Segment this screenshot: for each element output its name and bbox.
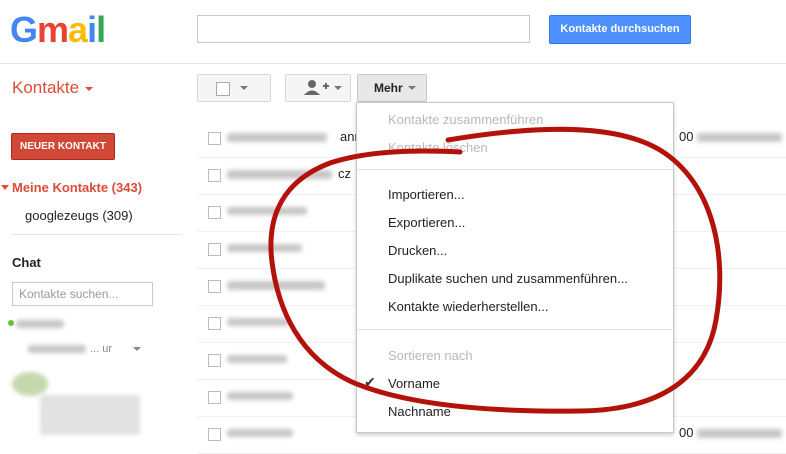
row-checkbox[interactable]	[208, 169, 221, 182]
checkbox-icon	[216, 82, 230, 96]
blurred-contact-detail	[697, 429, 782, 438]
contact-detail-fragment: 00	[679, 129, 694, 144]
logo-letter: i	[87, 9, 97, 50]
blurred-avatar	[12, 372, 48, 396]
search-contacts-button[interactable]: Kontakte durchsuchen	[549, 15, 691, 44]
gmail-logo[interactable]: Gmail	[10, 9, 106, 51]
select-all-checkbox-dropdown[interactable]	[197, 74, 271, 102]
checkmark-icon: ✔	[364, 374, 376, 390]
blurred-contact-name	[227, 281, 325, 290]
menu-item-sort-lastname[interactable]: Nachname	[388, 404, 451, 419]
chat-contact-status: ... ur	[90, 343, 113, 355]
logo-letter: G	[10, 9, 38, 50]
sidebar-divider	[12, 234, 182, 235]
row-checkbox[interactable]	[208, 354, 221, 367]
blurred-contact-detail	[697, 133, 782, 142]
menu-item-find-duplicates[interactable]: Duplikate suchen und zusammenführen...	[388, 271, 628, 286]
row-checkbox[interactable]	[208, 132, 221, 145]
row-checkbox[interactable]	[208, 243, 221, 256]
app-title-label: Kontakte	[12, 78, 80, 97]
add-person-icon	[304, 80, 342, 95]
blurred-chat-contact[interactable]	[28, 345, 86, 353]
blurred-contact-name	[227, 207, 307, 215]
row-checkbox[interactable]	[208, 428, 221, 441]
row-checkbox[interactable]	[208, 317, 221, 330]
presence-dot-icon	[8, 320, 14, 326]
sidebar-item-my-contacts[interactable]: Meine Kontakte (343)	[12, 180, 142, 195]
app-title[interactable]: Kontakte	[12, 78, 94, 98]
menu-sort-heading: Sortieren nach	[388, 348, 473, 363]
menu-item-sort-firstname[interactable]: Vorname	[388, 376, 440, 391]
more-button-label: Mehr	[374, 81, 403, 95]
menu-item-export[interactable]: Exportieren...	[388, 215, 465, 230]
chat-search-input[interactable]: Kontakte suchen...	[12, 282, 153, 306]
more-menu: Kontakte zusammenführen Kontakte löschen…	[356, 102, 674, 433]
contacts-search-input[interactable]	[197, 15, 530, 43]
menu-item-merge-contacts: Kontakte zusammenführen	[388, 112, 544, 127]
logo-letter: l	[96, 9, 106, 50]
blurred-contact-name	[227, 392, 293, 400]
contact-name-fragment: cz	[338, 166, 351, 181]
chat-heading: Chat	[12, 255, 41, 270]
blurred-contact-name	[227, 429, 293, 437]
row-checkbox[interactable]	[208, 391, 221, 404]
sidebar-item-googlezeugs[interactable]: googlezeugs (309)	[25, 208, 133, 223]
row-checkbox[interactable]	[208, 280, 221, 293]
chevron-down-icon[interactable]	[133, 347, 141, 351]
blurred-chat-contact[interactable]	[16, 320, 64, 328]
menu-divider	[357, 329, 673, 330]
blurred-contact-name	[227, 170, 332, 179]
row-checkbox[interactable]	[208, 206, 221, 219]
menu-item-delete-contacts: Kontakte löschen	[388, 140, 488, 155]
add-to-group-button[interactable]	[285, 74, 351, 102]
menu-divider	[357, 169, 673, 170]
chevron-down-icon	[240, 86, 248, 90]
expand-triangle-icon[interactable]	[1, 185, 9, 190]
menu-item-restore-contacts[interactable]: Kontakte wiederherstellen...	[388, 299, 548, 314]
logo-letter: m	[37, 9, 69, 50]
blurred-avatar	[40, 395, 140, 435]
logo-letter: a	[68, 9, 88, 50]
contact-detail-fragment: 00	[679, 425, 694, 440]
header-divider	[0, 63, 786, 64]
new-contact-button[interactable]: NEUER KONTAKT	[11, 133, 115, 160]
more-button[interactable]: Mehr	[357, 74, 427, 102]
blurred-contact-name	[227, 244, 302, 252]
chevron-down-icon	[408, 86, 416, 90]
menu-item-import[interactable]: Importieren...	[388, 187, 465, 202]
menu-item-print[interactable]: Drucken...	[388, 243, 447, 258]
chevron-down-icon	[85, 86, 94, 91]
blurred-contact-name	[227, 133, 327, 142]
blurred-contact-name	[227, 318, 289, 326]
blurred-contact-name	[227, 355, 287, 363]
